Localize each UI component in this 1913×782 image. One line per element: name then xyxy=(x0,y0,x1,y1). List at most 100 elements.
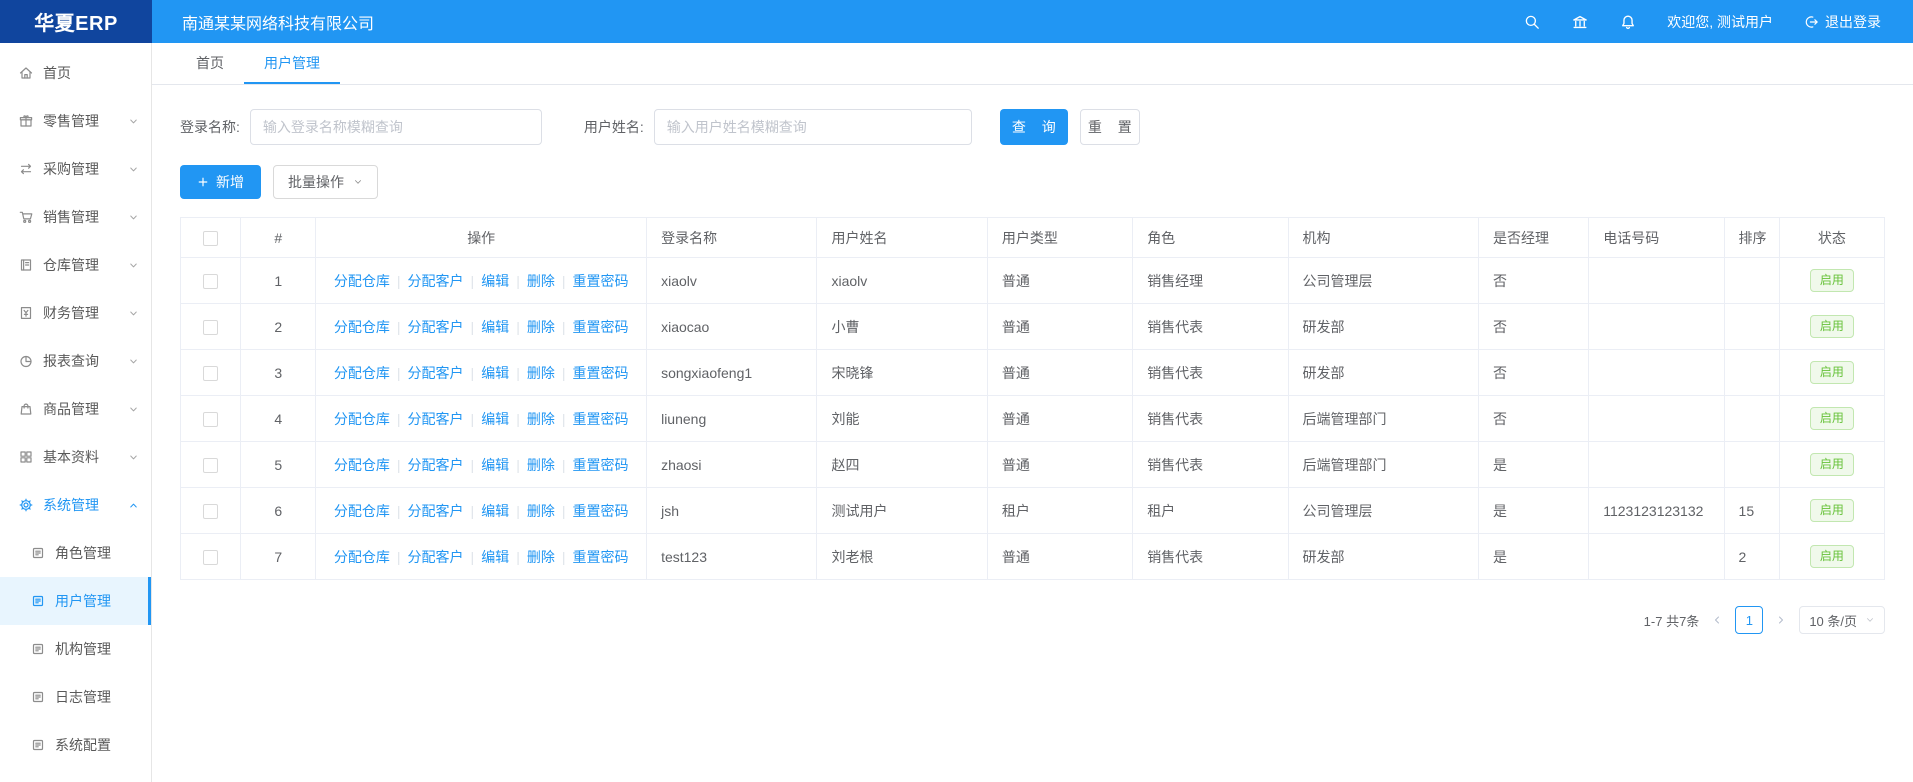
page-number-button[interactable]: 1 xyxy=(1735,606,1763,634)
select-all-checkbox[interactable] xyxy=(203,231,218,246)
tab-home[interactable]: 首页 xyxy=(176,43,244,84)
action-delete[interactable]: 删除 xyxy=(527,411,555,427)
action-assign-warehouse[interactable]: 分配仓库 xyxy=(334,273,390,289)
query-button[interactable]: 查 询 xyxy=(1000,109,1068,145)
action-assign-warehouse[interactable]: 分配仓库 xyxy=(334,319,390,335)
app-logo: 华夏ERP xyxy=(0,0,152,43)
status-badge[interactable]: 启用 xyxy=(1810,407,1854,430)
status-badge[interactable]: 启用 xyxy=(1810,361,1854,384)
action-edit[interactable]: 编辑 xyxy=(481,273,509,289)
row-checkbox[interactable] xyxy=(203,274,218,289)
row-checkbox[interactable] xyxy=(203,412,218,427)
row-user-type: 普通 xyxy=(987,350,1132,396)
action-assign-customer[interactable]: 分配客户 xyxy=(408,457,464,473)
action-assign-warehouse[interactable]: 分配仓库 xyxy=(334,365,390,381)
sidebar-item-config[interactable]: 系统配置 xyxy=(0,721,151,769)
row-checkbox[interactable] xyxy=(203,550,218,565)
status-badge[interactable]: 启用 xyxy=(1810,453,1854,476)
status-badge[interactable]: 启用 xyxy=(1810,269,1854,292)
row-checkbox[interactable] xyxy=(203,320,218,335)
sidebar-item-label: 财务管理 xyxy=(43,303,99,323)
action-assign-customer[interactable]: 分配客户 xyxy=(408,503,464,519)
row-checkbox[interactable] xyxy=(203,504,218,519)
logout-button[interactable]: 退出登录 xyxy=(1803,12,1881,32)
action-separator xyxy=(471,503,475,519)
action-reset-password[interactable]: 重置密码 xyxy=(572,549,628,565)
action-reset-password[interactable]: 重置密码 xyxy=(572,411,628,427)
action-separator xyxy=(562,549,566,565)
sidebar-item-logs[interactable]: 日志管理 xyxy=(0,673,151,721)
sidebar-item-commodity[interactable]: 商品管理 xyxy=(0,385,151,433)
batch-operations-button[interactable]: 批量操作 xyxy=(273,165,378,199)
search-icon[interactable] xyxy=(1523,13,1541,31)
action-edit[interactable]: 编辑 xyxy=(481,503,509,519)
row-login-name: liuneng xyxy=(647,396,817,442)
action-reset-password[interactable]: 重置密码 xyxy=(572,503,628,519)
action-separator xyxy=(471,365,475,381)
action-assign-customer[interactable]: 分配客户 xyxy=(408,365,464,381)
action-assign-customer[interactable]: 分配客户 xyxy=(408,549,464,565)
row-phone xyxy=(1589,304,1724,350)
search-form: 登录名称: 用户姓名: 查 询 重 置 xyxy=(180,109,1885,145)
login-name-input[interactable] xyxy=(250,109,542,145)
sidebar-item-home[interactable]: 首页 xyxy=(0,49,151,97)
row-checkbox[interactable] xyxy=(203,366,218,381)
action-reset-password[interactable]: 重置密码 xyxy=(572,273,628,289)
action-reset-password[interactable]: 重置密码 xyxy=(572,319,628,335)
sidebar-item-reports[interactable]: 报表查询 xyxy=(0,337,151,385)
action-delete[interactable]: 删除 xyxy=(527,273,555,289)
action-assign-customer[interactable]: 分配客户 xyxy=(408,273,464,289)
sidebar-item-retail[interactable]: 零售管理 xyxy=(0,97,151,145)
action-delete[interactable]: 删除 xyxy=(527,319,555,335)
row-role: 销售代表 xyxy=(1133,442,1288,488)
sidebar-item-label: 系统配置 xyxy=(55,735,111,755)
row-phone xyxy=(1589,534,1724,580)
action-edit[interactable]: 编辑 xyxy=(481,549,509,565)
page-size-select[interactable]: 10 条/页 xyxy=(1799,606,1885,634)
status-badge[interactable]: 启用 xyxy=(1810,545,1854,568)
sidebar-item-system[interactable]: 系统管理 xyxy=(0,481,151,529)
user-name-input[interactable] xyxy=(654,109,972,145)
chevron-right-icon[interactable] xyxy=(1775,614,1787,626)
action-reset-password[interactable]: 重置密码 xyxy=(572,365,628,381)
tab-user-management[interactable]: 用户管理 xyxy=(244,43,340,84)
action-delete[interactable]: 删除 xyxy=(527,549,555,565)
action-edit[interactable]: 编辑 xyxy=(481,457,509,473)
sidebar-item-basic-data[interactable]: 基本资料 xyxy=(0,433,151,481)
row-actions: 分配仓库 分配客户 编辑 删除 重置密码 xyxy=(316,534,647,580)
sidebar-item-purchase[interactable]: 采购管理 xyxy=(0,145,151,193)
action-delete[interactable]: 删除 xyxy=(527,457,555,473)
table-header-7: 是否经理 xyxy=(1478,218,1588,258)
action-separator xyxy=(562,457,566,473)
sidebar-item-users[interactable]: 用户管理 xyxy=(0,577,151,625)
status-badge[interactable]: 启用 xyxy=(1810,315,1854,338)
action-edit[interactable]: 编辑 xyxy=(481,411,509,427)
table-header-row: #操作登录名称用户姓名用户类型角色机构是否经理电话号码排序状态 xyxy=(181,218,1885,258)
sidebar-item-roles[interactable]: 角色管理 xyxy=(0,529,151,577)
action-assign-warehouse[interactable]: 分配仓库 xyxy=(334,457,390,473)
row-index: 7 xyxy=(241,534,316,580)
action-edit[interactable]: 编辑 xyxy=(481,319,509,335)
action-edit[interactable]: 编辑 xyxy=(481,365,509,381)
row-sort xyxy=(1724,396,1779,442)
action-assign-customer[interactable]: 分配客户 xyxy=(408,411,464,427)
action-delete[interactable]: 删除 xyxy=(527,365,555,381)
bank-icon[interactable] xyxy=(1571,13,1589,31)
row-checkbox[interactable] xyxy=(203,458,218,473)
status-badge[interactable]: 启用 xyxy=(1810,499,1854,522)
action-assign-warehouse[interactable]: 分配仓库 xyxy=(334,549,390,565)
chevron-left-icon[interactable] xyxy=(1711,614,1723,626)
sidebar-item-finance[interactable]: 财务管理 xyxy=(0,289,151,337)
sidebar-item-warehouse[interactable]: 仓库管理 xyxy=(0,241,151,289)
action-reset-password[interactable]: 重置密码 xyxy=(572,457,628,473)
action-delete[interactable]: 删除 xyxy=(527,503,555,519)
reset-button[interactable]: 重 置 xyxy=(1080,109,1140,145)
action-assign-customer[interactable]: 分配客户 xyxy=(408,319,464,335)
sidebar-item-sales[interactable]: 销售管理 xyxy=(0,193,151,241)
sidebar-item-organizations[interactable]: 机构管理 xyxy=(0,625,151,673)
action-assign-warehouse[interactable]: 分配仓库 xyxy=(334,411,390,427)
bell-icon[interactable] xyxy=(1619,13,1637,31)
action-assign-warehouse[interactable]: 分配仓库 xyxy=(334,503,390,519)
add-button[interactable]: 新增 xyxy=(180,165,261,199)
row-organization: 研发部 xyxy=(1288,304,1478,350)
